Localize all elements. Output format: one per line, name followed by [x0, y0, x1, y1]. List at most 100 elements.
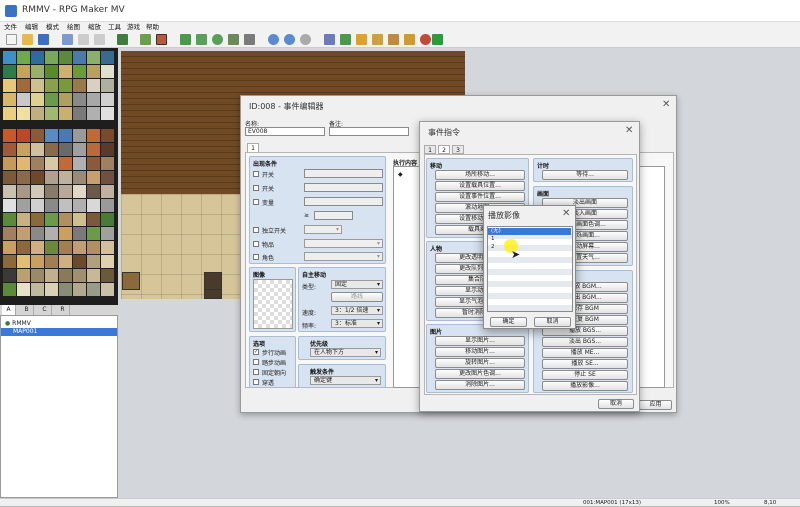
close-icon[interactable]: ✕: [562, 208, 570, 219]
command-tab-3[interactable]: 3: [452, 145, 464, 154]
walk-anim-checkbox[interactable]: ✓: [253, 349, 259, 355]
route-button[interactable]: 路线: [331, 292, 383, 302]
copy-icon[interactable]: [78, 34, 89, 45]
transfer-player-button[interactable]: 场所移动...: [435, 170, 525, 180]
item-dropdown[interactable]: [304, 239, 383, 248]
fadeout-bgs-button[interactable]: 淡出 BGS...: [542, 337, 628, 347]
fill-icon[interactable]: [228, 34, 239, 45]
pencil-icon[interactable]: [180, 34, 191, 45]
rectangle-icon[interactable]: [196, 34, 207, 45]
plugin-manager-icon[interactable]: [340, 34, 351, 45]
wait-button[interactable]: 等待...: [542, 170, 628, 180]
self-switch-checkbox[interactable]: [253, 227, 259, 233]
map-mode-icon[interactable]: [140, 34, 151, 45]
menu-edit[interactable]: 编辑: [25, 22, 38, 32]
tab-c[interactable]: C: [38, 305, 52, 315]
stop-se-button[interactable]: 停止 SE: [542, 370, 628, 380]
step-anim-checkbox[interactable]: [253, 359, 259, 365]
set-vehicle-location-button[interactable]: 设置载具位置...: [435, 181, 525, 191]
actual-size-icon[interactable]: [300, 34, 311, 45]
tab-r[interactable]: R: [56, 305, 70, 315]
speed-dropdown[interactable]: 3：1/2 倍速: [331, 306, 383, 315]
commands-cancel-button[interactable]: 取消: [598, 399, 634, 409]
close-icon[interactable]: ✕: [625, 125, 633, 136]
frequency-dropdown[interactable]: 3：标准: [331, 319, 383, 328]
menu-draw[interactable]: 绘图: [67, 22, 80, 32]
tab-b[interactable]: B: [20, 305, 34, 315]
play-movie-button[interactable]: 播放影像...: [542, 381, 628, 391]
new-project-icon[interactable]: [6, 34, 17, 45]
event-image-preview[interactable]: [253, 279, 293, 329]
character-generator-face-icon[interactable]: [420, 34, 431, 45]
show-picture-button[interactable]: 显示图片...: [435, 336, 525, 346]
map-event-stairs[interactable]: [204, 272, 222, 290]
play-se-button[interactable]: 播放 SE...: [542, 359, 628, 369]
contents-row-marker[interactable]: ◆: [398, 171, 403, 178]
command-tab-1[interactable]: 1: [424, 145, 436, 154]
map-event-character[interactable]: [122, 272, 140, 290]
switch1-checkbox[interactable]: [253, 171, 259, 177]
event-mode-icon[interactable]: [156, 34, 167, 45]
movie-list[interactable]: (无) 1 2: [487, 226, 573, 312]
event-searcher-icon[interactable]: [372, 34, 383, 45]
priority-dropdown[interactable]: 在人物下方: [310, 348, 381, 357]
actor-dropdown[interactable]: [304, 252, 383, 261]
ellipse-icon[interactable]: [212, 34, 223, 45]
menu-help[interactable]: 帮助: [146, 22, 159, 32]
resource-manager-icon[interactable]: [388, 34, 399, 45]
fixed-direction-checkbox[interactable]: [253, 369, 259, 375]
page-tab-1[interactable]: 1: [247, 143, 259, 152]
map-tree-root[interactable]: ● RMMV: [5, 320, 31, 327]
zoom-out-icon[interactable]: [284, 34, 295, 45]
switch2-checkbox[interactable]: [253, 185, 259, 191]
item-checkbox[interactable]: [253, 241, 259, 247]
variable-field[interactable]: [304, 197, 383, 206]
movie-item-1[interactable]: 1: [488, 236, 571, 243]
actor-checkbox[interactable]: [253, 254, 259, 260]
event-note-field[interactable]: [329, 127, 409, 136]
trigger-dropdown[interactable]: 确定键: [310, 376, 381, 385]
character-generator-icon[interactable]: [404, 34, 415, 45]
map-tree-item-map001[interactable]: MAP001: [1, 328, 117, 336]
tab-a[interactable]: A: [2, 305, 16, 315]
self-switch-dropdown[interactable]: [304, 225, 342, 234]
through-checkbox[interactable]: [253, 379, 259, 385]
open-folder-icon[interactable]: [22, 34, 33, 45]
movie-item-none[interactable]: (无): [488, 228, 571, 235]
menu-tools[interactable]: 工具: [108, 22, 121, 32]
switch2-field[interactable]: [304, 183, 383, 192]
movie-ok-button[interactable]: 确定: [490, 317, 527, 327]
move-picture-button[interactable]: 移动图片...: [435, 347, 525, 357]
cut-icon[interactable]: [62, 34, 73, 45]
movie-cancel-button[interactable]: 取消: [534, 317, 571, 327]
shadow-pen-icon[interactable]: [244, 34, 255, 45]
menu-mode[interactable]: 模式: [46, 22, 59, 32]
variable-checkbox[interactable]: [253, 199, 259, 205]
rotate-picture-button[interactable]: 旋转图片...: [435, 358, 525, 368]
tint-picture-button[interactable]: 更改图片色调...: [435, 369, 525, 379]
sound-test-icon[interactable]: [356, 34, 367, 45]
undo-icon[interactable]: [117, 34, 128, 45]
map-event-stairs-lower[interactable]: [204, 289, 222, 299]
menu-game[interactable]: 游戏: [127, 22, 140, 32]
command-tab-2[interactable]: 2: [438, 145, 450, 154]
variable-value-field[interactable]: [314, 211, 353, 220]
event-name-field[interactable]: EV008: [245, 127, 325, 136]
playtest-icon[interactable]: [432, 34, 443, 45]
paste-icon[interactable]: [94, 34, 105, 45]
save-icon[interactable]: [38, 34, 49, 45]
movement-type-dropdown[interactable]: 固定: [331, 280, 383, 289]
status-bar: 001:MAP001 (17x13) 100% 8,10: [0, 498, 800, 506]
menu-file[interactable]: 文件: [4, 22, 17, 32]
tile-palette[interactable]: [0, 48, 118, 305]
zoom-in-icon[interactable]: [268, 34, 279, 45]
database-icon[interactable]: [324, 34, 335, 45]
menu-zoom[interactable]: 缩放: [88, 22, 101, 32]
erase-picture-button[interactable]: 消除图片...: [435, 380, 525, 390]
movie-item-2[interactable]: 2: [488, 244, 571, 251]
switch1-field[interactable]: [304, 169, 383, 178]
set-event-location-button[interactable]: 设置事件位置...: [435, 192, 525, 202]
play-me-button[interactable]: 播放 ME...: [542, 348, 628, 358]
editor-apply-button[interactable]: 应用: [639, 400, 672, 410]
close-icon[interactable]: ✕: [662, 99, 670, 110]
